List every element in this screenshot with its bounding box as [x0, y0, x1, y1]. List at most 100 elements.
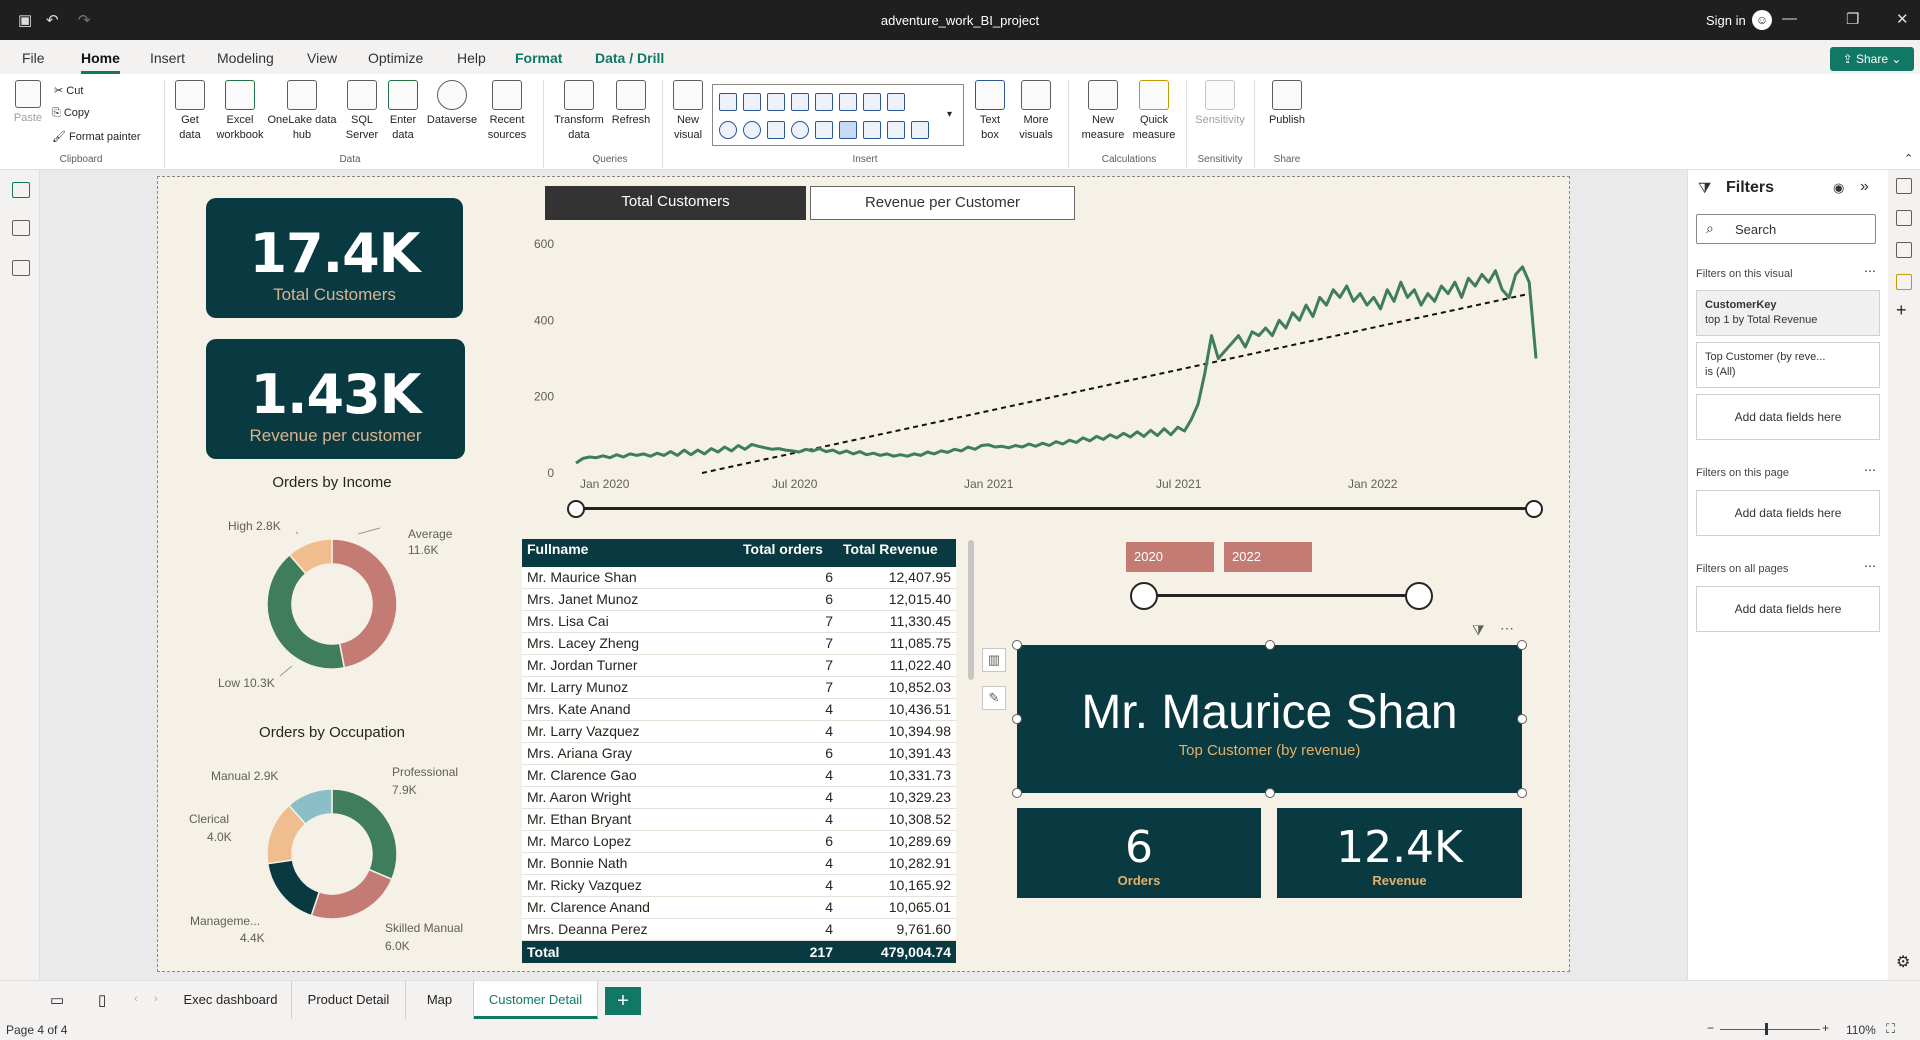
- bar-chart-icon[interactable]: [767, 93, 785, 111]
- donut-chart-icon[interactable]: [743, 121, 761, 139]
- excel-workbook-button[interactable]: Excel workbook: [216, 74, 264, 143]
- revenue-per-customer-card[interactable]: 1.43K Revenue per customer: [206, 339, 465, 459]
- table-row[interactable]: Mr. Ricky Vazquez 4 10,165.92: [522, 875, 956, 897]
- year-slider-start-handle[interactable]: [1130, 582, 1158, 610]
- resize-handle[interactable]: [1012, 788, 1022, 798]
- publish-button[interactable]: Publish: [1262, 74, 1312, 128]
- sensitivity-button[interactable]: Sensitivity: [1192, 74, 1248, 128]
- tab-total-customers[interactable]: Total Customers: [545, 186, 806, 220]
- line-chart-icon[interactable]: [839, 93, 857, 111]
- page-tab-exec-dashboard[interactable]: Exec dashboard: [170, 981, 292, 1019]
- model-view-icon[interactable]: [12, 260, 30, 276]
- orders-card[interactable]: 6 Orders: [1017, 808, 1261, 898]
- zoom-slider-track[interactable]: [1720, 1029, 1820, 1030]
- selection-pane-icon[interactable]: [1896, 274, 1912, 290]
- header-fullname[interactable]: Fullname: [522, 539, 738, 567]
- table-row[interactable]: Mrs. Deanna Perez 4 9,761.60: [522, 919, 956, 941]
- format-painter-button[interactable]: 🖌 Format painter: [52, 130, 141, 143]
- prev-page-icon[interactable]: ‹: [134, 993, 138, 1005]
- table-row[interactable]: Mr. Ethan Bryant 4 10,308.52: [522, 809, 956, 831]
- revenue-card[interactable]: 12.4K Revenue: [1277, 808, 1522, 898]
- date-slider-track[interactable]: [576, 507, 1534, 510]
- table-row[interactable]: Mr. Bonnie Nath 4 10,282.91: [522, 853, 956, 875]
- header-total-orders[interactable]: Total orders: [738, 539, 838, 567]
- zoom-out-icon[interactable]: −: [1707, 1021, 1714, 1035]
- menu-help[interactable]: Help: [457, 50, 486, 66]
- sign-in-link[interactable]: Sign in: [1706, 13, 1746, 28]
- desktop-layout-icon[interactable]: ▭: [50, 991, 64, 1009]
- table-row[interactable]: Mr. Clarence Anand 4 10,065.01: [522, 897, 956, 919]
- table-visual-icon[interactable]: [887, 121, 905, 139]
- bookmarks-pane-icon[interactable]: [1896, 242, 1912, 258]
- table-row[interactable]: Mr. Jordan Turner 7 11,022.40: [522, 655, 956, 677]
- customer-revenue-table[interactable]: Fullname Total orders Total Revenue Mr. …: [522, 539, 956, 963]
- quick-measure-button[interactable]: Quick measure: [1130, 74, 1178, 143]
- date-slider-start-handle[interactable]: [567, 500, 585, 518]
- total-customers-line-chart[interactable]: 0 200 400 600 Jan 2020 Jul 2020 Jan 2021 Jul 20…: [520, 230, 1540, 500]
- combo-chart-icon[interactable]: [815, 93, 833, 111]
- cut-button[interactable]: ✂ Cut: [54, 84, 83, 97]
- table-row[interactable]: Mr. Aaron Wright 4 10,329.23: [522, 787, 956, 809]
- table-row[interactable]: Mrs. Lacey Zheng 7 11,085.75: [522, 633, 956, 655]
- share-button[interactable]: ⇪ Share ⌄: [1830, 47, 1914, 71]
- add-page-button[interactable]: +: [605, 987, 641, 1015]
- filter-card-top-customer[interactable]: Top Customer (by reve... is (All): [1696, 342, 1880, 388]
- table-row[interactable]: Mrs. Kate Anand 4 10,436.51: [522, 699, 956, 721]
- matrix-icon[interactable]: [911, 121, 929, 139]
- menu-format[interactable]: Format: [515, 50, 562, 66]
- slicer-icon[interactable]: [863, 121, 881, 139]
- header-total-revenue[interactable]: Total Revenue: [838, 539, 956, 567]
- page-tab-map[interactable]: Map: [406, 981, 474, 1019]
- table-scrollbar[interactable]: [968, 540, 974, 680]
- next-page-icon[interactable]: ›: [154, 993, 158, 1005]
- add-page-filter-field[interactable]: Add data fields here: [1696, 490, 1880, 536]
- report-view-icon[interactable]: [12, 182, 30, 198]
- occupation-skilled-manual-slice[interactable]: [310, 868, 393, 920]
- column-chart-icon[interactable]: [743, 93, 761, 111]
- table-row[interactable]: Mr. Maurice Shan 6 12,407.95: [522, 567, 956, 589]
- table-row[interactable]: Mr. Larry Munoz 7 10,852.03: [522, 677, 956, 699]
- eye-icon[interactable]: ◉: [1833, 180, 1844, 196]
- paste-button[interactable]: Paste: [10, 74, 46, 126]
- more-options-icon[interactable]: ⋯: [1500, 620, 1514, 637]
- table-row[interactable]: Mr. Marco Lopez 6 10,289.69: [522, 831, 956, 853]
- income-average-slice[interactable]: [331, 538, 398, 669]
- table-row[interactable]: Mrs. Janet Munoz 6 12,015.40: [522, 589, 956, 611]
- table-row[interactable]: Mr. Larry Vazquez 4 10,394.98: [522, 721, 956, 743]
- transform-data-button[interactable]: Transform data: [550, 74, 608, 143]
- add-all-pages-filter-field[interactable]: Add data fields here: [1696, 586, 1880, 632]
- ribbon-chart-icon[interactable]: [887, 93, 905, 111]
- get-data-button[interactable]: Get data: [170, 74, 210, 143]
- new-visual-button[interactable]: New visual: [668, 74, 708, 143]
- table-view-icon[interactable]: [12, 220, 30, 236]
- menu-home[interactable]: Home: [81, 50, 120, 74]
- settings-gear-icon[interactable]: ⚙: [1896, 952, 1910, 972]
- map-icon[interactable]: [791, 121, 809, 139]
- mobile-layout-icon[interactable]: ▯: [98, 991, 106, 1009]
- zoom-in-icon[interactable]: +: [1822, 1021, 1829, 1035]
- page-tab-customer-detail[interactable]: Customer Detail: [474, 981, 598, 1019]
- tab-revenue-per-customer[interactable]: Revenue per Customer: [810, 186, 1075, 220]
- menu-insert[interactable]: Insert: [150, 50, 185, 66]
- recent-sources-button[interactable]: Recent sources: [482, 74, 532, 143]
- filter-card-customerkey[interactable]: CustomerKey top 1 by Total Revenue: [1696, 290, 1880, 336]
- data-pane-icon[interactable]: [1896, 178, 1912, 194]
- resize-handle[interactable]: [1517, 788, 1527, 798]
- menu-modeling[interactable]: Modeling: [217, 50, 274, 66]
- more-options-icon[interactable]: ⋯: [1864, 264, 1876, 278]
- date-slider-end-handle[interactable]: [1525, 500, 1543, 518]
- page-tab-product-detail[interactable]: Product Detail: [292, 981, 406, 1019]
- visualizations-pane-icon[interactable]: [1896, 210, 1912, 226]
- add-visual-filter-field[interactable]: Add data fields here: [1696, 394, 1880, 440]
- resize-handle[interactable]: [1012, 640, 1022, 650]
- filter-icon[interactable]: ⧩: [1472, 622, 1485, 639]
- format-visual-icon[interactable]: ✎: [982, 686, 1006, 710]
- resize-handle[interactable]: [1012, 714, 1022, 724]
- enter-data-button[interactable]: Enter data: [386, 74, 420, 143]
- visual-gallery[interactable]: ▾: [712, 84, 964, 146]
- clustered-column-icon[interactable]: [791, 93, 809, 111]
- pie-chart-icon[interactable]: [719, 121, 737, 139]
- top-customer-card[interactable]: Mr. Maurice Shan Top Customer (by revenu…: [1017, 645, 1522, 793]
- filters-search-input[interactable]: Search: [1696, 214, 1876, 244]
- gauge-icon[interactable]: [815, 121, 833, 139]
